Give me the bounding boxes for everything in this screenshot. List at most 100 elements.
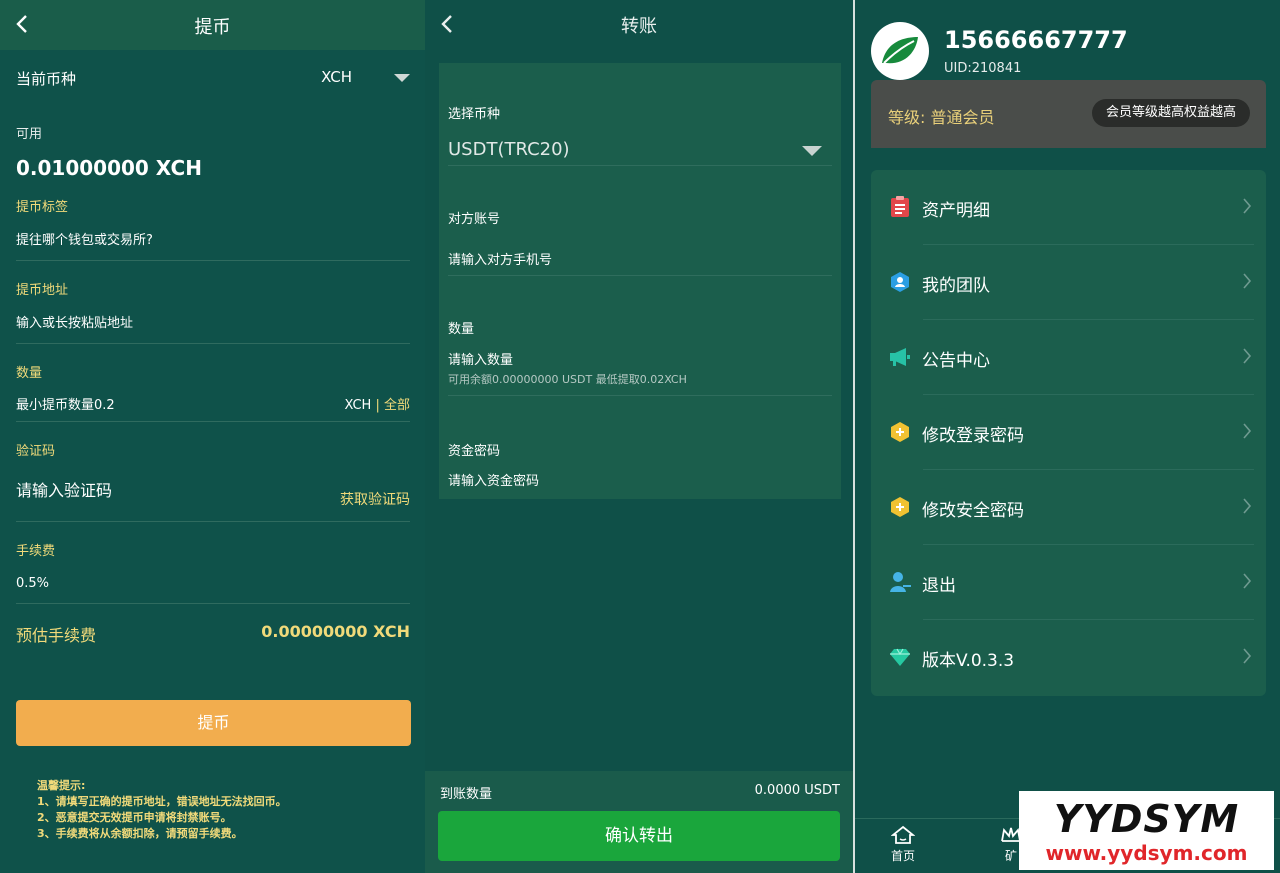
avatar[interactable] [871,22,929,80]
arrival-label: 到账数量 [440,787,493,802]
menu-item-announcements[interactable]: 公告中心 [871,320,1266,395]
chevron-right-icon [1243,273,1252,289]
watermark-logo: YYDSYM [1053,797,1240,841]
tips-title: 温馨提示: [37,779,86,792]
lock-hex-icon [891,422,909,442]
menu-item-logout[interactable]: 退出 [871,545,1266,620]
transfer-form-card: 选择币种 USDT(TRC20) 对方账号 请输入对方手机号 数量 请输入数量 … [439,63,841,499]
chevron-right-icon [1243,573,1252,589]
quantity-unit: XCH [344,398,372,413]
quantity-separator: | [375,398,380,413]
level-benefit-badge[interactable]: 会员等级越高权益越高 [1091,99,1250,127]
address-label: 提币地址 [16,283,69,298]
menu-item-team[interactable]: 我的团队 [871,245,1266,320]
get-code-button[interactable]: 获取验证码 [340,489,410,509]
tag-label: 提币标签 [16,200,69,215]
user-uid: UID:210841 [944,61,1022,76]
tab-label: 矿 [1004,849,1017,863]
select-coin-label: 选择币种 [448,107,501,122]
tip-item: 3、手续费将从余额扣除，请预留手续费。 [37,827,243,840]
quantity-hint-row: 可用余额0.00000000 USDT 最低提取0.02XCH [448,371,832,396]
tab-home[interactable]: 首页 [891,825,915,864]
menu-item-assets[interactable]: 资产明细 [871,170,1266,245]
fund-password-label: 资金密码 [448,444,501,459]
diamond-icon [890,648,910,666]
user-phone: 15666667777 [944,26,1128,54]
clipboard-icon [891,196,909,217]
profile-screen: 15666667777 UID:210841 等级: 普通会员 会员等级越高权益… [855,0,1280,873]
chevron-right-icon [1243,348,1252,364]
member-level: 等级: 普通会员 [888,108,995,127]
address-input[interactable]: 输入或长按粘贴地址 [16,312,410,343]
menu-item-label: 资产明细 [922,201,990,221]
fee-field: 0.5% [16,559,410,604]
profile-header: 15666667777 UID:210841 等级: 普通会员 会员等级越高权益… [855,0,1280,148]
available-label: 可用 [16,127,43,142]
transfer-quantity-label: 数量 [448,322,475,337]
transfer-quantity-input[interactable]: 请输入数量 [448,349,513,368]
withdraw-submit-button[interactable]: 提币 [16,700,411,746]
chevron-right-icon [1243,423,1252,439]
account-label: 对方账号 [448,212,501,227]
transfer-footer: 到账数量 0.0000 USDT 确认转出 [425,771,853,873]
menu-item-label: 公告中心 [922,351,990,371]
menu-item-label: 修改登录密码 [922,426,1024,446]
tag-field[interactable]: 提币标签 提往哪个钱包或交易所? [16,196,410,261]
home-icon [891,825,915,844]
menu-item-label: 版本V.0.3.3 [922,651,1015,671]
page-title: 提币 [194,17,231,38]
menu-item-security-password[interactable]: 修改安全密码 [871,470,1266,545]
page-title: 转账 [621,16,657,37]
user-exit-icon [890,572,911,592]
tag-input[interactable]: 提往哪个钱包或交易所? [16,229,410,260]
caret-down-icon [394,74,410,82]
account-field[interactable]: 请输入对方手机号 [448,227,832,276]
withdraw-header: 提币 [0,0,425,50]
address-field[interactable]: 输入或长按粘贴地址 [16,312,410,344]
quantity-field[interactable]: 最小提币数量0.2 XCH | 全部 [16,381,410,422]
current-coin-select[interactable]: 当前币种 XCH [16,50,410,102]
available-amount: 0.01000000 XCH [16,156,202,180]
coin-select[interactable]: USDT(TRC20) [448,122,832,166]
megaphone-icon [890,348,910,366]
estimated-fee-value: 0.00000000 XCH [261,622,410,641]
all-button[interactable]: 全部 [384,398,410,413]
watermark: YYDSYM www.yydsym.com [1019,791,1274,870]
code-label: 验证码 [16,444,56,459]
estimated-fee-label: 预估手续费 [16,626,97,645]
shield-hex-icon [891,497,909,517]
quantity-label: 数量 [16,366,43,381]
chevron-right-icon [1243,498,1252,514]
transfer-screen: 转账 选择币种 USDT(TRC20) 对方账号 请输入对方手机号 数量 请输入… [425,0,853,873]
fee-label: 手续费 [16,544,56,559]
account-input[interactable]: 请输入对方手机号 [448,249,552,268]
tab-label: 首页 [891,849,916,863]
withdraw-screen: 提币 当前币种 XCH 可用 0.01000000 XCH 提币标签 提往哪个钱… [0,0,425,873]
member-level-bar: 等级: 普通会员 会员等级越高权益越高 [871,80,1266,148]
chevron-right-icon [1243,648,1252,664]
fee-value: 0.5% [16,576,50,591]
current-coin-label: 当前币种 [16,70,77,88]
coin-select-value: USDT(TRC20) [448,139,570,160]
menu-item-version[interactable]: 版本V.0.3.3 [871,620,1266,695]
transfer-quantity-field[interactable]: 请输入数量 [448,337,832,368]
confirm-transfer-button[interactable]: 确认转出 [438,811,840,861]
fund-password-input[interactable]: 请输入资金密码 [448,470,539,489]
code-field[interactable]: 请输入验证码 获取验证码 [16,459,410,522]
fund-password-field[interactable]: 请输入资金密码 [448,459,832,490]
menu-item-login-password[interactable]: 修改登录密码 [871,395,1266,470]
tip-item: 1、请填写正确的提币地址，错误地址无法找回币。 [37,795,287,808]
team-icon [891,272,909,292]
quantity-unit-group: XCH | 全部 [345,394,411,413]
quantity-hint: 可用余额0.00000000 USDT 最低提取0.02XCH [448,373,687,386]
tip-item: 2、恶意提交无效提币申请将封禁账号。 [37,811,232,824]
caret-down-icon [802,146,822,156]
quantity-input[interactable]: 最小提币数量0.2 [16,394,115,413]
arrival-value: 0.0000 USDT [754,783,840,798]
menu-item-label: 退出 [922,576,956,596]
code-input[interactable]: 请输入验证码 [16,477,112,501]
watermark-url: www.yydsym.com [1045,841,1248,865]
chevron-right-icon [1243,198,1252,214]
profile-menu: 资产明细 我的团队 公告中心 修改登录密码 修改安全密码 退出 版本V.0.3.… [871,170,1266,696]
menu-item-label: 我的团队 [922,276,990,296]
